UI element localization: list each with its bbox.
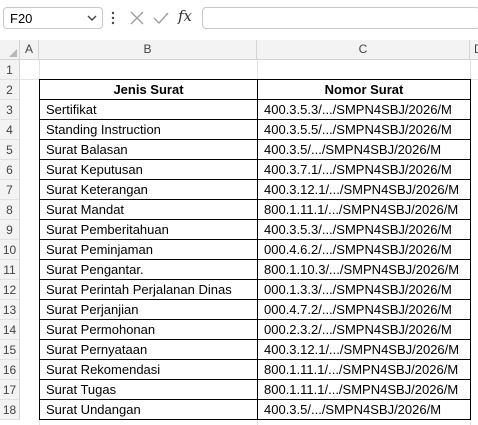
- cell-jenis-surat[interactable]: Surat Undangan: [39, 399, 258, 420]
- header-jenis-surat[interactable]: Jenis Surat: [39, 79, 258, 100]
- row-header-17[interactable]: 17: [0, 380, 20, 400]
- table-row: Surat Mandat 800.1.11.1/.../SMPN4SBJ/2026…: [39, 199, 471, 220]
- cell-nomor-surat[interactable]: 800.1.11.1/.../SMPN4SBJ/2026/M: [257, 379, 471, 400]
- select-all-button[interactable]: [0, 40, 20, 59]
- cell-jenis-surat[interactable]: Surat Tugas: [39, 379, 258, 400]
- cell-jenis-surat[interactable]: Surat Perintah Perjalanan Dinas: [39, 279, 258, 300]
- column-header-b[interactable]: B: [39, 40, 257, 59]
- header-nomor-surat[interactable]: Nomor Surat: [257, 79, 471, 100]
- table-row: Surat Permohonan 000.2.3.2/.../SMPN4SBJ/2…: [39, 319, 471, 340]
- table-row: Surat Perintah Perjalanan Dinas 000.1.3.3…: [39, 279, 471, 300]
- table-row: Surat Undangan 400.3.5/.../SMPN4SBJ/2026/…: [39, 399, 471, 420]
- table-row: Surat Rekomendasi 800.1.11.1/.../SMPN4SBJ…: [39, 359, 471, 380]
- formula-bar: F20 fx: [0, 0, 478, 37]
- table-row: Surat Balasan 400.3.5/.../SMPN4SBJ/2026/M: [39, 139, 471, 160]
- cell-jenis-surat[interactable]: Surat Balasan: [39, 139, 258, 160]
- cell-nomor-surat[interactable]: 800.1.11.1/.../SMPN4SBJ/2026/M: [257, 199, 471, 220]
- row-header-9[interactable]: 9: [0, 220, 20, 240]
- row-header-12[interactable]: 12: [0, 280, 20, 300]
- row-header-4[interactable]: 4: [0, 120, 20, 140]
- row-header-10[interactable]: 10: [0, 240, 20, 260]
- cell-jenis-surat[interactable]: Surat Permohonan: [39, 319, 258, 340]
- cell-nomor-surat[interactable]: 400.3.5.3/.../SMPN4SBJ/2026/M: [257, 99, 471, 120]
- cell-jenis-surat[interactable]: Standing Instruction: [39, 119, 258, 140]
- cell-nomor-surat[interactable]: 800.1.10.3/.../SMPN4SBJ/2026/M: [257, 259, 471, 280]
- cell-jenis-surat[interactable]: Sertifikat: [39, 99, 258, 120]
- cell-nomor-surat[interactable]: 000.2.3.2/.../SMPN4SBJ/2026/M: [257, 319, 471, 340]
- table-row: Sertifikat 400.3.5.3/.../SMPN4SBJ/2026/M: [39, 99, 471, 120]
- row-header-13[interactable]: 13: [0, 300, 20, 320]
- table-row: Surat Tugas 800.1.11.1/.../SMPN4SBJ/2026/…: [39, 379, 471, 400]
- letter-number-table: Jenis Surat Nomor Surat Sertifikat 400.3.…: [39, 79, 471, 420]
- column-header-d[interactable]: D: [470, 40, 478, 59]
- cell-nomor-surat[interactable]: 400.3.5.5/.../SMPN4SBJ/2026/M: [257, 119, 471, 140]
- cell-jenis-surat[interactable]: Surat Pemberitahuan: [39, 219, 258, 240]
- insert-function-icon[interactable]: fx: [178, 7, 192, 25]
- name-box-value: F20: [10, 11, 33, 26]
- cell-nomor-surat[interactable]: 400.3.7.1/.../SMPN4SBJ/2026/M: [257, 159, 471, 180]
- table-row: Surat Pemberitahuan 400.3.5.3/.../SMPN4SB…: [39, 219, 471, 240]
- row-header-7[interactable]: 7: [0, 180, 20, 200]
- cell-nomor-surat[interactable]: 800.1.11.1/.../SMPN4SBJ/2026/M: [257, 359, 471, 380]
- cancel-icon[interactable]: [128, 9, 146, 27]
- formula-input[interactable]: [202, 7, 478, 29]
- row-header-1[interactable]: 1: [0, 60, 20, 80]
- cell-nomor-surat[interactable]: 000.4.7.2/.../SMPN4SBJ/2026/M: [257, 299, 471, 320]
- table-row: Surat Perjanjian 000.4.7.2/.../SMPN4SBJ/2…: [39, 299, 471, 320]
- cell-jenis-surat[interactable]: Surat Pernyataan: [39, 339, 258, 360]
- table-row: Surat Pernyataan 400.3.12.1/.../SMPN4SBJ/…: [39, 339, 471, 360]
- cell-nomor-surat[interactable]: 000.1.3.3/.../SMPN4SBJ/2026/M: [257, 279, 471, 300]
- table-row: Standing Instruction 400.3.5.5/.../SMPN4S…: [39, 119, 471, 140]
- column-header-a[interactable]: A: [20, 40, 39, 59]
- more-options-icon[interactable]: [111, 10, 115, 26]
- row-header-18[interactable]: 18: [0, 400, 20, 420]
- cell-nomor-surat[interactable]: 000.4.6.2/.../SMPN4SBJ/2026/M: [257, 239, 471, 260]
- table-row: Surat Keterangan 400.3.12.1/.../SMPN4SBJ/…: [39, 179, 471, 200]
- row-header-6[interactable]: 6: [0, 160, 20, 180]
- cell-jenis-surat[interactable]: Surat Keterangan: [39, 179, 258, 200]
- table-row: Surat Keputusan 400.3.7.1/.../SMPN4SBJ/20…: [39, 159, 471, 180]
- cell-nomor-surat[interactable]: 400.3.12.1/.../SMPN4SBJ/2026/M: [257, 179, 471, 200]
- confirm-check-icon[interactable]: [152, 9, 170, 27]
- cell-jenis-surat[interactable]: Surat Keputusan: [39, 159, 258, 180]
- row-header-11[interactable]: 11: [0, 260, 20, 280]
- cell-nomor-surat[interactable]: 400.3.5/.../SMPN4SBJ/2026/M: [257, 139, 471, 160]
- cell-nomor-surat[interactable]: 400.3.5.3/.../SMPN4SBJ/2026/M: [257, 219, 471, 240]
- row-header-15[interactable]: 15: [0, 340, 20, 360]
- cell-jenis-surat[interactable]: Surat Rekomendasi: [39, 359, 258, 380]
- cell-jenis-surat[interactable]: Surat Peminjaman: [39, 239, 258, 260]
- table-row: Surat Peminjaman 000.4.6.2/.../SMPN4SBJ/2…: [39, 239, 471, 260]
- cell-nomor-surat[interactable]: 400.3.5/.../SMPN4SBJ/2026/M: [257, 399, 471, 420]
- cell-jenis-surat[interactable]: Surat Pengantar.: [39, 259, 258, 280]
- row-header-2[interactable]: 2: [0, 80, 20, 100]
- row-header-3[interactable]: 3: [0, 100, 20, 120]
- chevron-down-icon[interactable]: [86, 12, 98, 24]
- column-header-c[interactable]: C: [257, 40, 470, 59]
- table-header-row: Jenis Surat Nomor Surat: [39, 79, 471, 100]
- table-row: Surat Pengantar. 800.1.10.3/.../SMPN4SBJ/…: [39, 259, 471, 280]
- row-header-16[interactable]: 16: [0, 360, 20, 380]
- row-header-5[interactable]: 5: [0, 140, 20, 160]
- cell-nomor-surat[interactable]: 400.3.12.1/.../SMPN4SBJ/2026/M: [257, 339, 471, 360]
- row-header-14[interactable]: 14: [0, 320, 20, 340]
- name-box[interactable]: F20: [3, 7, 103, 29]
- cell-jenis-surat[interactable]: Surat Perjanjian: [39, 299, 258, 320]
- row-header-8[interactable]: 8: [0, 200, 20, 220]
- cell-jenis-surat[interactable]: Surat Mandat: [39, 199, 258, 220]
